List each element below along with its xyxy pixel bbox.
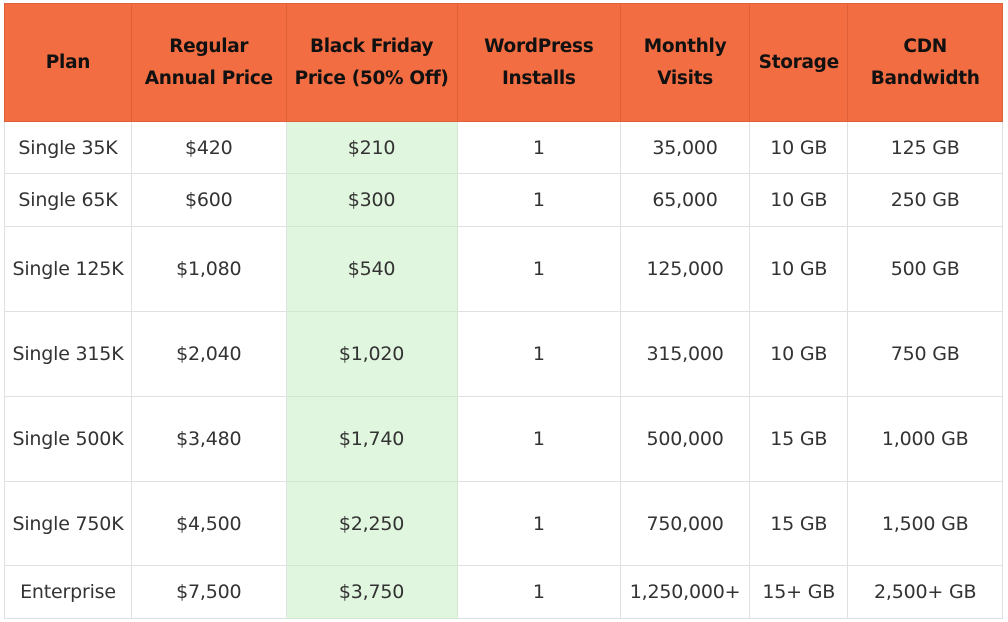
cell-regular-price: $420 bbox=[130, 121, 287, 174]
cell-black-friday-price: $1,020 bbox=[285, 311, 458, 397]
table-row: Single 750K $4,500 $2,250 1 750,000 15 G… bbox=[4, 481, 1003, 566]
table-row: Enterprise $7,500 $3,750 1 1,250,000+ 15… bbox=[4, 565, 1003, 619]
cell-regular-price: $4,500 bbox=[130, 481, 287, 566]
cell-cdn-bandwidth: 1,500 GB bbox=[847, 481, 1003, 566]
cell-black-friday-price: $540 bbox=[285, 226, 458, 312]
cell-monthly-visits: 125,000 bbox=[619, 226, 751, 312]
cell-cdn-bandwidth: 125 GB bbox=[847, 121, 1003, 174]
cell-storage: 15 GB bbox=[749, 396, 849, 482]
table-header: Plan Regular Annual Price Black Friday P… bbox=[4, 3, 1003, 122]
cell-black-friday-price: $1,740 bbox=[285, 396, 458, 482]
cell-monthly-visits: 35,000 bbox=[619, 121, 751, 174]
cell-plan: Single 500K bbox=[4, 396, 132, 482]
cell-regular-price: $1,080 bbox=[130, 226, 287, 312]
cell-wordpress-installs: 1 bbox=[456, 481, 621, 566]
table-row: Single 500K $3,480 $1,740 1 500,000 15 G… bbox=[4, 396, 1003, 482]
table-row: Single 35K $420 $210 1 35,000 10 GB 125 … bbox=[4, 121, 1003, 174]
cell-plan: Single 125K bbox=[4, 226, 132, 312]
cell-cdn-bandwidth: 500 GB bbox=[847, 226, 1003, 312]
cell-black-friday-price: $3,750 bbox=[285, 565, 458, 619]
header-storage: Storage bbox=[749, 3, 849, 122]
cell-cdn-bandwidth: 750 GB bbox=[847, 311, 1003, 397]
table-row: Single 315K $2,040 $1,020 1 315,000 10 G… bbox=[4, 311, 1003, 397]
header-plan: Plan bbox=[4, 3, 132, 122]
cell-wordpress-installs: 1 bbox=[456, 226, 621, 312]
cell-wordpress-installs: 1 bbox=[456, 396, 621, 482]
cell-black-friday-price: $300 bbox=[285, 173, 458, 227]
header-regular-price: Regular Annual Price bbox=[130, 3, 287, 122]
header-monthly-visits: Monthly Visits bbox=[619, 3, 751, 122]
cell-regular-price: $3,480 bbox=[130, 396, 287, 482]
cell-storage: 15+ GB bbox=[749, 565, 849, 619]
table-row: Single 125K $1,080 $540 1 125,000 10 GB … bbox=[4, 226, 1003, 312]
cell-plan: Single 750K bbox=[4, 481, 132, 566]
cell-plan: Enterprise bbox=[4, 565, 132, 619]
cell-monthly-visits: 315,000 bbox=[619, 311, 751, 397]
header-row: Plan Regular Annual Price Black Friday P… bbox=[4, 3, 1003, 122]
cell-regular-price: $2,040 bbox=[130, 311, 287, 397]
cell-storage: 10 GB bbox=[749, 121, 849, 174]
cell-wordpress-installs: 1 bbox=[456, 121, 621, 174]
cell-storage: 10 GB bbox=[749, 226, 849, 312]
header-cdn-bandwidth: CDN Bandwidth bbox=[847, 3, 1003, 122]
cell-monthly-visits: 750,000 bbox=[619, 481, 751, 566]
header-wordpress-installs: WordPress Installs bbox=[456, 3, 621, 122]
cell-storage: 10 GB bbox=[749, 311, 849, 397]
table-row: Single 65K $600 $300 1 65,000 10 GB 250 … bbox=[4, 173, 1003, 227]
cell-storage: 15 GB bbox=[749, 481, 849, 566]
cell-monthly-visits: 500,000 bbox=[619, 396, 751, 482]
table-body: Single 35K $420 $210 1 35,000 10 GB 125 … bbox=[4, 121, 1003, 619]
pricing-table: Plan Regular Annual Price Black Friday P… bbox=[4, 3, 1003, 619]
cell-black-friday-price: $2,250 bbox=[285, 481, 458, 566]
cell-monthly-visits: 65,000 bbox=[619, 173, 751, 227]
cell-wordpress-installs: 1 bbox=[456, 565, 621, 619]
cell-cdn-bandwidth: 2,500+ GB bbox=[847, 565, 1003, 619]
cell-black-friday-price: $210 bbox=[285, 121, 458, 174]
cell-cdn-bandwidth: 1,000 GB bbox=[847, 396, 1003, 482]
cell-storage: 10 GB bbox=[749, 173, 849, 227]
cell-plan: Single 315K bbox=[4, 311, 132, 397]
cell-plan: Single 35K bbox=[4, 121, 132, 174]
cell-plan: Single 65K bbox=[4, 173, 132, 227]
header-black-friday-price: Black Friday Price (50% Off) bbox=[285, 3, 458, 122]
cell-cdn-bandwidth: 250 GB bbox=[847, 173, 1003, 227]
cell-monthly-visits: 1,250,000+ bbox=[619, 565, 751, 619]
cell-regular-price: $7,500 bbox=[130, 565, 287, 619]
cell-regular-price: $600 bbox=[130, 173, 287, 227]
cell-wordpress-installs: 1 bbox=[456, 311, 621, 397]
cell-wordpress-installs: 1 bbox=[456, 173, 621, 227]
